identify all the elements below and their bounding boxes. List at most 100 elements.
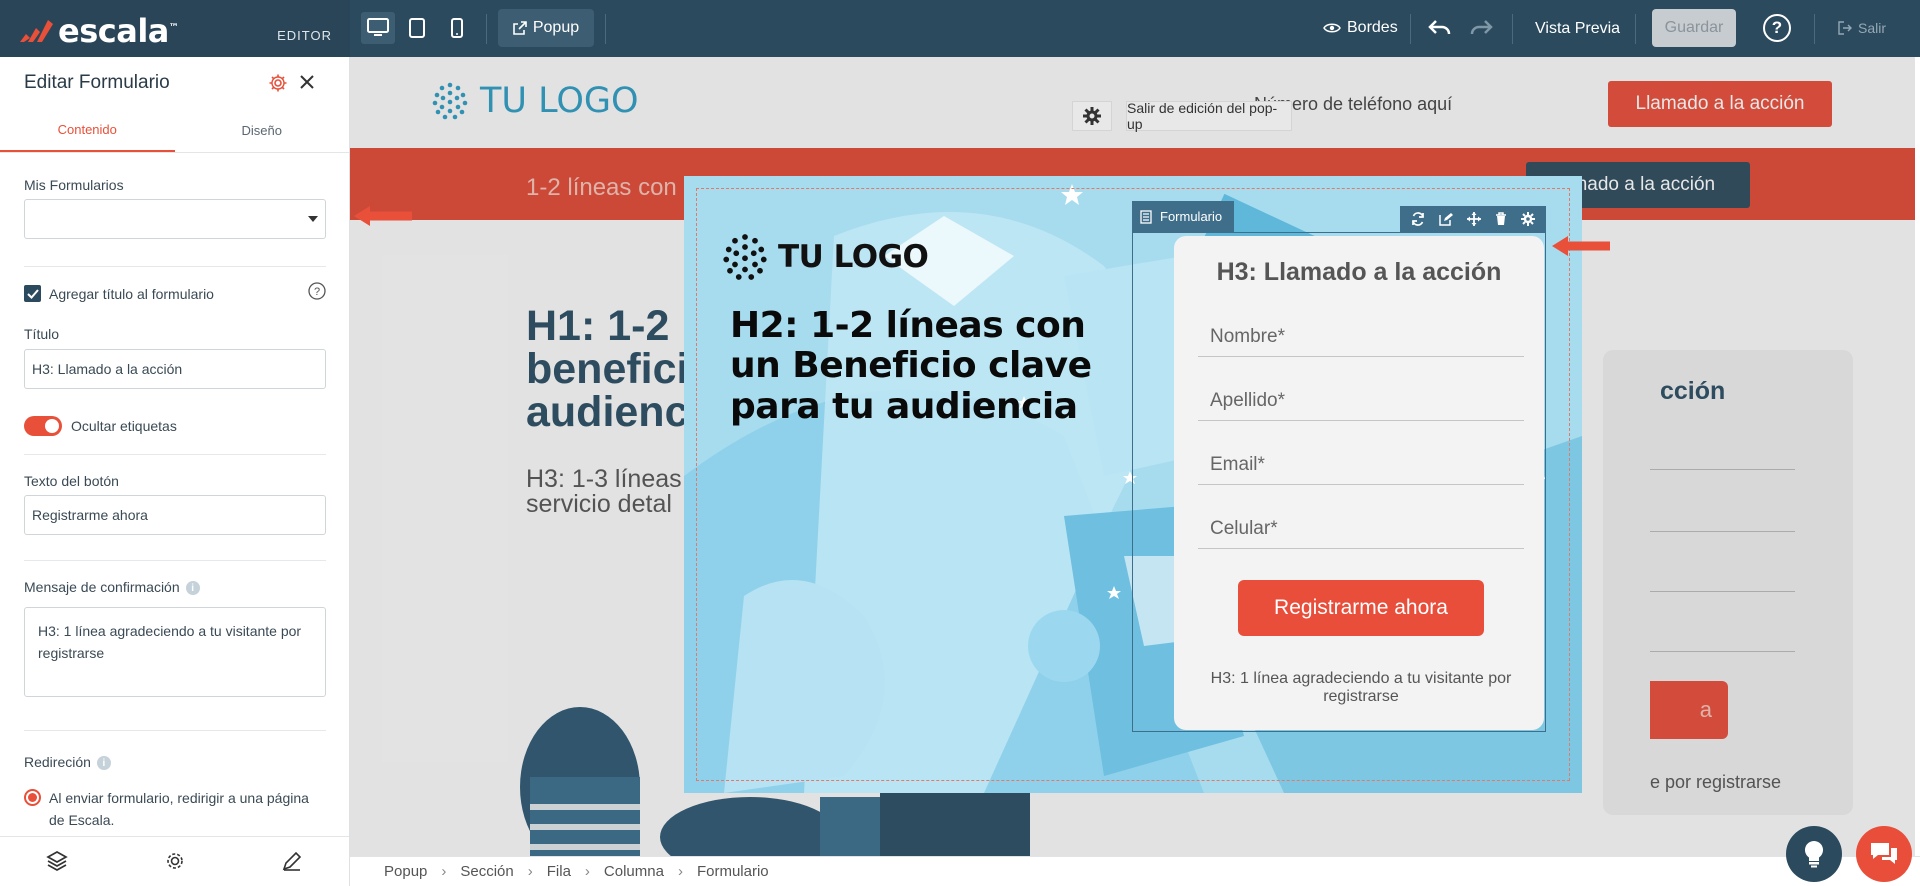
button-text-label: Texto del botón: [24, 473, 119, 489]
gear-icon[interactable]: [268, 73, 288, 93]
title-input[interactable]: H3: Llamado a la acción: [24, 349, 326, 389]
site-card-field: [1650, 591, 1795, 592]
panel-header: Editar Formulario: [0, 57, 349, 109]
site-card-field: [1650, 469, 1795, 470]
divider: [24, 454, 326, 455]
settings-icon[interactable]: [164, 850, 186, 872]
external-link-icon: [513, 21, 527, 35]
exit-button[interactable]: Salir: [1838, 20, 1886, 36]
toolbar-divider: [605, 14, 606, 44]
confirm-message-textarea[interactable]: H3: 1 línea agradeciendo a tu visitante …: [24, 607, 326, 697]
register-button[interactable]: Registrarme ahora: [1238, 580, 1484, 636]
canvas-scrollbar[interactable]: [1915, 57, 1920, 856]
tab-diseno[interactable]: Diseño: [175, 109, 350, 152]
move-icon[interactable]: [1467, 212, 1481, 226]
logo-dots-icon: [723, 234, 767, 280]
my-forms-select[interactable]: [24, 199, 326, 239]
chat-button[interactable]: [1856, 826, 1912, 882]
editor-canvas: TU LOGO Número de teléfono aquí Llamado …: [350, 57, 1915, 856]
chevron-right-icon: ›: [441, 863, 447, 880]
borders-label: Bordes: [1347, 19, 1398, 36]
trash-icon[interactable]: [1495, 212, 1507, 226]
escala-logo-icon: [20, 20, 53, 42]
desktop-view-button[interactable]: [361, 12, 395, 44]
redirect-option-label: Al enviar formulario, redirigir a una pá…: [49, 790, 309, 829]
add-title-checkbox[interactable]: [24, 285, 41, 302]
layers-icon[interactable]: [46, 850, 68, 872]
breadcrumb-seccion[interactable]: Sección: [460, 863, 513, 880]
form-title: H3: Llamado a la acción: [1216, 258, 1502, 286]
toolbar-divider: [1814, 14, 1815, 44]
divider: [24, 560, 326, 561]
chevron-right-icon: ›: [677, 863, 683, 880]
info-icon[interactable]: i: [185, 581, 200, 596]
eye-icon: [1323, 23, 1341, 33]
mobile-icon: [451, 18, 463, 38]
gear-icon[interactable]: [1521, 212, 1535, 226]
tablet-view-button[interactable]: [400, 12, 434, 44]
tablet-icon: [409, 18, 425, 38]
tab-contenido[interactable]: Contenido: [0, 109, 175, 152]
panel-title: Editar Formulario: [24, 72, 170, 93]
popup-button-label: Popup: [532, 19, 580, 36]
popup-button[interactable]: Popup: [498, 9, 594, 47]
breadcrumb-popup[interactable]: Popup: [384, 863, 427, 880]
panel-tabs: Contenido Diseño: [0, 109, 349, 153]
site-card-button[interactable]: a: [1650, 681, 1728, 739]
close-icon[interactable]: [298, 73, 316, 91]
help-button[interactable]: ?: [1763, 14, 1791, 42]
first-name-field[interactable]: Nombre*: [1198, 312, 1524, 357]
breadcrumb-columna[interactable]: Columna: [604, 863, 664, 880]
preview-button[interactable]: Vista Previa: [1535, 20, 1620, 38]
site-card-title: cción: [1660, 377, 1726, 405]
last-name-field[interactable]: Apellido*: [1198, 376, 1524, 421]
site-card-note: e por registrarse: [1650, 772, 1782, 792]
chat-icon: [1871, 843, 1897, 864]
redirect-radio[interactable]: [24, 789, 41, 806]
breadcrumb: Popup › Sección › Fila › Columna › Formu…: [350, 856, 1920, 886]
breadcrumb-fila[interactable]: Fila: [547, 863, 571, 880]
form-element-tag[interactable]: Formulario: [1132, 201, 1234, 232]
phone-field[interactable]: Celular*: [1198, 504, 1524, 549]
toolbar-divider: [1512, 14, 1513, 44]
refresh-icon[interactable]: [1411, 212, 1425, 226]
my-forms-label: Mis Formularios: [24, 177, 124, 193]
chevron-right-icon: ›: [584, 863, 590, 880]
popup-modal: OFF: [684, 176, 1582, 793]
sign-out-icon: [1838, 21, 1852, 35]
help-icon: ?: [1771, 18, 1783, 37]
redo-icon: [1470, 20, 1493, 35]
edit-icon[interactable]: [1439, 212, 1453, 226]
undo-button[interactable]: [1427, 18, 1453, 43]
mobile-view-button[interactable]: [440, 12, 474, 44]
logo-dots-icon: [432, 82, 468, 120]
hide-labels-toggle[interactable]: [24, 416, 62, 436]
edit-form-panel: Editar Formulario Contenido Diseño Mis F…: [0, 57, 350, 886]
pencil-icon[interactable]: [281, 850, 303, 872]
exit-label: Salir: [1858, 20, 1887, 36]
save-button[interactable]: Guardar: [1652, 9, 1736, 47]
form-confirm-note: H3: 1 línea agradeciendo a tu visitante …: [1210, 670, 1512, 706]
hide-labels-label: Ocultar etiquetas: [71, 418, 177, 434]
redirect-label: Redireción i: [24, 754, 111, 771]
help-icon[interactable]: ?: [308, 282, 326, 300]
info-icon[interactable]: i: [96, 756, 111, 771]
borders-toggle[interactable]: Bordes: [1323, 19, 1398, 37]
popup-settings-button[interactable]: [1072, 101, 1112, 131]
exit-popup-edit-button[interactable]: Salir de edición del pop-up: [1126, 100, 1292, 132]
toolbar-divider: [1410, 14, 1411, 44]
button-text-input[interactable]: Registrarme ahora: [24, 495, 326, 535]
chevron-right-icon: ›: [527, 863, 533, 880]
site-h1: H1: 1-2 benefici audienc: [526, 302, 689, 436]
tips-button[interactable]: [1786, 826, 1842, 882]
confirm-message-label: Mensaje de confirmación i: [24, 579, 200, 596]
popup-logo-text: TU LOGO: [778, 239, 929, 275]
redo-button[interactable]: [1468, 18, 1494, 43]
brand-name: escala™: [58, 12, 179, 50]
site-form-card: [1603, 350, 1853, 815]
popup-h2[interactable]: H2: 1-2 líneas con un Beneficio clave pa…: [730, 305, 1130, 427]
breadcrumb-formulario[interactable]: Formulario: [697, 863, 769, 880]
site-cta-button[interactable]: Llamado a la acción: [1608, 81, 1832, 127]
divider: [24, 266, 326, 267]
email-field[interactable]: Email*: [1198, 440, 1524, 485]
